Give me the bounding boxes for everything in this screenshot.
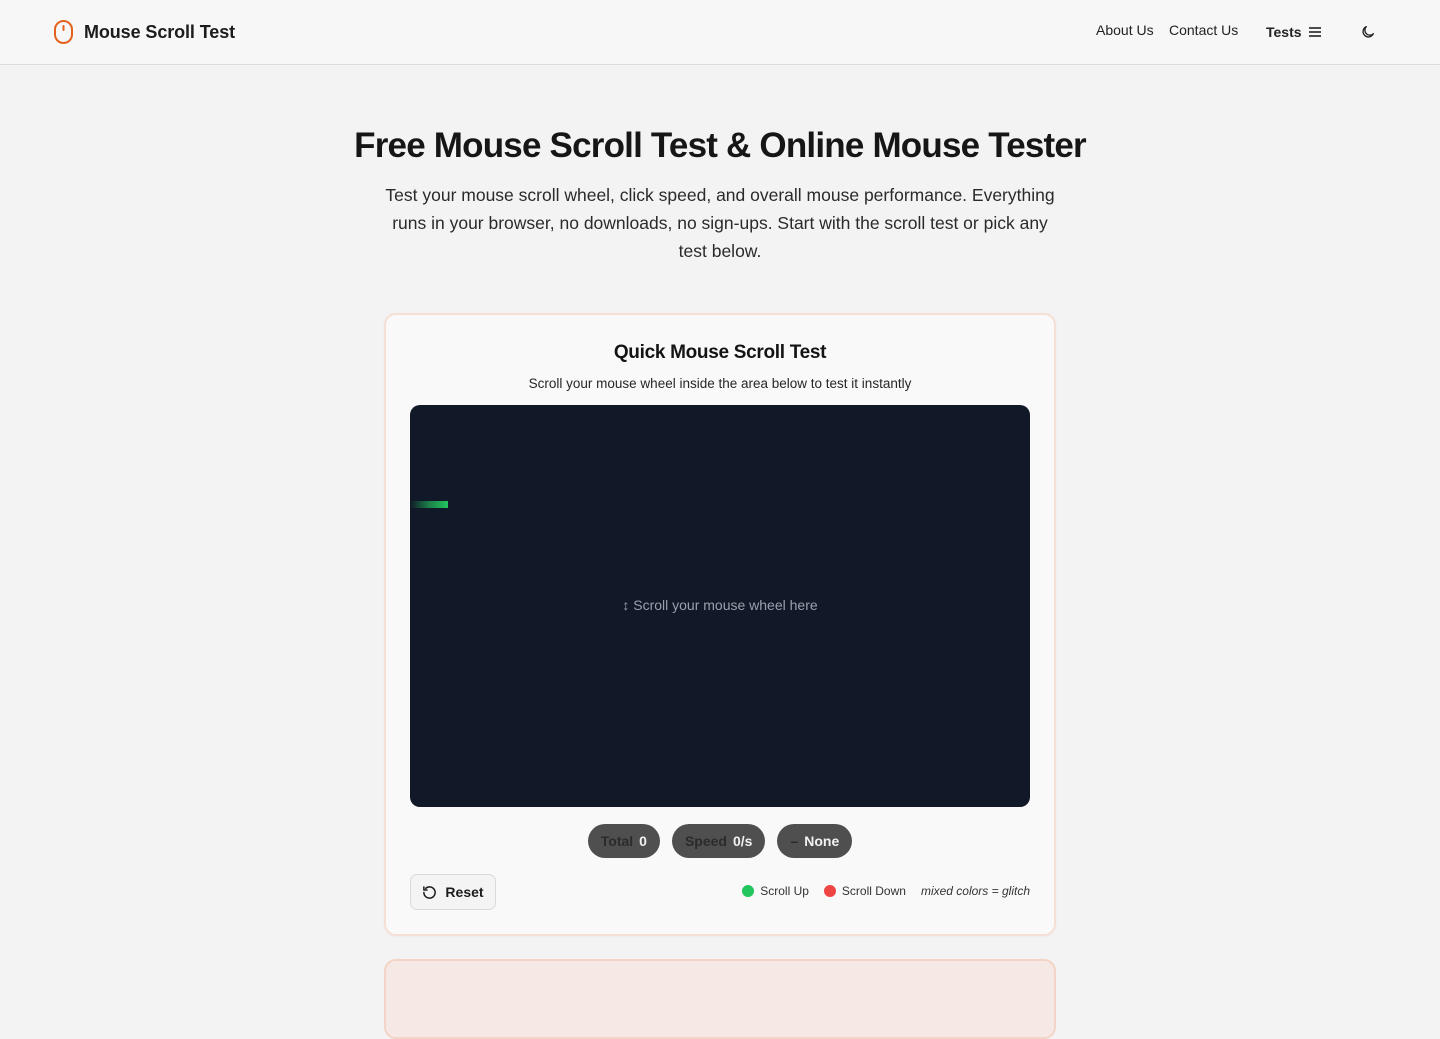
scroll-trace-bar (410, 501, 448, 508)
tests-menu-label: Tests (1266, 24, 1302, 40)
card-title: Quick Mouse Scroll Test (613, 342, 827, 363)
reset-icon (423, 885, 437, 899)
total-stat: Total 0 (587, 824, 660, 858)
quick-scroll-test-card: Quick Mouse Scroll Test Scroll your mous… (384, 313, 1056, 936)
card-subtitle: Scroll your mouse wheel inside the area … (528, 376, 912, 391)
legend-note: mixed colors = glitch (920, 884, 1030, 898)
direction-value: None (804, 833, 840, 849)
total-value: 0 (639, 833, 647, 849)
legend-down-label: Scroll Down (841, 884, 906, 898)
page-title: Free Mouse Scroll Test & Online Mouse Te… (354, 126, 1087, 165)
legend-item-down: Scroll Down (823, 884, 906, 898)
theme-toggle-button[interactable] (1358, 22, 1378, 42)
speed-label: Speed (684, 833, 727, 849)
site-header: Mouse Scroll Test About Us Contact Us Te… (0, 0, 1440, 65)
tests-menu-button[interactable]: Tests (1266, 22, 1322, 42)
next-section-card (384, 959, 1056, 1039)
legend-item-up: Scroll Up (742, 884, 809, 898)
nav-about-link[interactable]: About Us (1096, 22, 1154, 42)
page-subtitle: Test your mouse scroll wheel, click spee… (385, 185, 1055, 261)
legend-up-label: Scroll Up (760, 884, 809, 898)
moon-icon (1362, 26, 1374, 38)
brand-name: Mouse Scroll Test (84, 21, 236, 42)
brand-link[interactable]: Mouse Scroll Test (53, 18, 235, 46)
scroll-test-area[interactable]: ↕ Scroll your mouse wheel here (410, 405, 1030, 807)
scroll-down-dot (823, 885, 836, 897)
direction-stat: – None (777, 824, 853, 858)
mouse-icon (54, 20, 73, 44)
legend: Scroll Up Scroll Down mixed colors = gli… (742, 884, 1030, 898)
scroll-hint: ↕ Scroll your mouse wheel here (622, 597, 818, 613)
reset-label: Reset (445, 884, 484, 900)
nav-contact-link[interactable]: Contact Us (1169, 22, 1238, 42)
scroll-up-dot (742, 885, 755, 897)
direction-symbol: – (790, 833, 799, 849)
speed-value: 0/s (732, 833, 753, 849)
speed-stat: Speed 0/s (671, 824, 766, 858)
total-label: Total (600, 833, 634, 849)
reset-button[interactable]: Reset (410, 874, 496, 910)
hamburger-icon (1308, 27, 1321, 37)
stats-row: Total 0 Speed 0/s – None (386, 824, 1054, 858)
